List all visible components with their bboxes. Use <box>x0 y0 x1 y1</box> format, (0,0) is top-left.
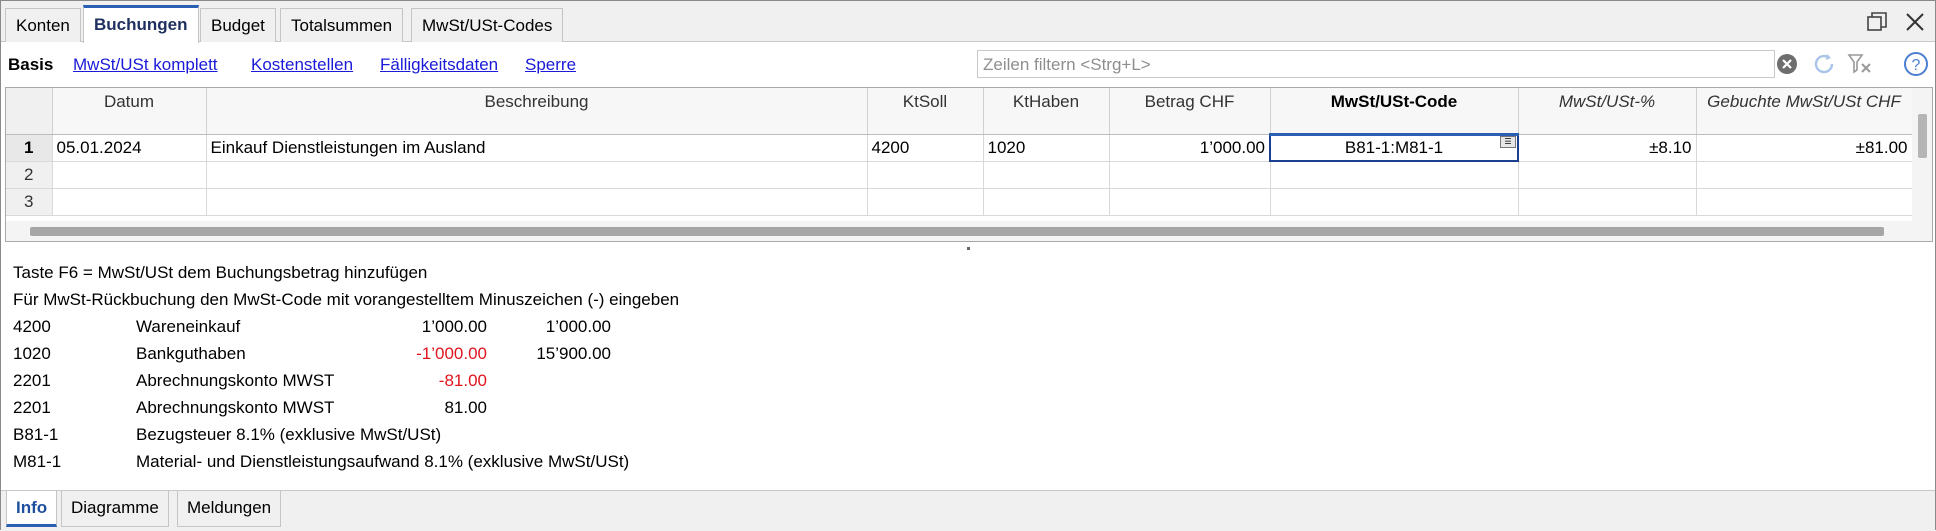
app-window: Konten Buchungen Budget Totalsummen MwSt… <box>0 0 1936 531</box>
close-icon[interactable] <box>1903 10 1927 34</box>
info-hint-f6: Taste F6 = MwSt/USt dem Buchungsbetrag h… <box>13 263 428 282</box>
tab-totalsummen[interactable]: Totalsummen <box>280 8 404 42</box>
cell-betrag[interactable]: 1’000.00 <box>1109 134 1271 162</box>
info-vat-description: Bezugsteuer 8.1% (exklusive MwSt/USt) <box>136 425 442 444</box>
tab-mwst-codes[interactable]: MwSt/USt-Codes <box>411 8 564 42</box>
info-account-code: 2201 <box>13 371 51 390</box>
col-header-datum[interactable]: Datum <box>52 88 207 135</box>
svg-text:?: ? <box>1912 57 1921 74</box>
cell-betrag[interactable] <box>1109 188 1271 216</box>
clear-filter-icon[interactable] <box>1774 51 1800 77</box>
cell-gebuchte-mwst[interactable] <box>1696 188 1913 216</box>
cell-kthaben[interactable] <box>983 188 1110 216</box>
lookup-list-icon[interactable]: ☰ <box>1500 136 1516 148</box>
cell-gebuchte-mwst[interactable] <box>1696 161 1913 189</box>
info-balance: 15’900.00 <box>536 344 611 363</box>
col-header-mwst-pct[interactable]: MwSt/USt-% <box>1518 88 1697 135</box>
info-account-name: Bankguthaben <box>136 344 246 363</box>
cell-mwst-code[interactable] <box>1270 188 1519 216</box>
table-tab-strip: Konten Buchungen Budget Totalsummen MwSt… <box>1 1 1935 43</box>
panel-splitter-handle[interactable] <box>967 247 970 250</box>
view-basis[interactable]: Basis <box>8 55 53 75</box>
cell-beschreibung[interactable] <box>206 188 868 216</box>
vertical-scrollbar[interactable] <box>1912 88 1932 241</box>
row-header-corner[interactable] <box>6 88 53 135</box>
row-number[interactable]: 3 <box>6 188 53 216</box>
cell-datum[interactable]: 05.01.2024 <box>52 134 207 162</box>
cell-mwst-code-value: B81-1:M81-1 <box>1344 137 1444 157</box>
info-amount: 81.00 <box>444 398 487 417</box>
col-header-betrag[interactable]: Betrag CHF <box>1109 88 1271 135</box>
vertical-scroll-thumb[interactable] <box>1918 114 1927 158</box>
cell-mwst-pct[interactable] <box>1518 188 1697 216</box>
view-mwst-komplett[interactable]: MwSt/USt komplett <box>73 55 218 75</box>
info-account-code: 2201 <box>13 398 51 417</box>
info-amount: 1’000.00 <box>421 317 487 336</box>
tab-diagramme[interactable]: Diagramme <box>61 491 169 527</box>
col-header-beschreibung[interactable]: Beschreibung <box>206 88 868 135</box>
tab-konten[interactable]: Konten <box>5 8 81 42</box>
cell-kthaben[interactable] <box>983 161 1110 189</box>
col-header-kthaben[interactable]: KtHaben <box>983 88 1110 135</box>
cell-betrag[interactable] <box>1109 161 1271 189</box>
row-number[interactable]: 2 <box>6 161 53 189</box>
info-account-name: Wareneinkauf <box>136 317 241 336</box>
table-row[interactable]: 3 <box>6 188 1913 216</box>
filter-input[interactable]: Zeilen filtern <Strg+L> <box>977 50 1775 78</box>
row-number[interactable]: 1 <box>6 134 53 162</box>
view-sperre[interactable]: Sperre <box>525 55 576 75</box>
info-hint-reverse: Für MwSt-Rückbuchung den MwSt-Code mit v… <box>13 290 680 309</box>
cell-gebuchte-mwst[interactable]: ±81.00 <box>1696 134 1913 162</box>
info-vat-description: Material- und Dienstleistungsaufwand 8.1… <box>136 452 630 471</box>
cell-mwst-pct[interactable]: ±8.10 <box>1518 134 1697 162</box>
info-account-name: Abrechnungskonto MWST <box>136 398 335 417</box>
view-kostenstellen[interactable]: Kostenstellen <box>251 55 353 75</box>
info-amount: -1’000.00 <box>416 344 487 363</box>
tab-buchungen[interactable]: Buchungen <box>83 5 199 43</box>
horizontal-scrollbar[interactable] <box>6 221 1912 241</box>
table-row[interactable]: 2 <box>6 161 1913 189</box>
col-header-gebuchte-mwst[interactable]: Gebuchte MwSt/USt CHF <box>1696 88 1913 135</box>
info-vat-code: B81-1 <box>13 425 59 444</box>
info-vat-code: M81-1 <box>13 452 62 471</box>
info-account-name: Abrechnungskonto MWST <box>136 371 335 390</box>
view-faelligkeitsdaten[interactable]: Fälligkeitsdaten <box>380 55 498 75</box>
info-balance: 1’000.00 <box>545 317 611 336</box>
cell-beschreibung[interactable] <box>206 161 868 189</box>
cell-beschreibung[interactable]: Einkauf Dienstleistungen im Ausland <box>206 134 868 162</box>
info-account-code: 1020 <box>13 344 51 363</box>
bookings-grid: Datum Beschreibung KtSoll KtHaben Betrag… <box>5 87 1933 242</box>
table-row[interactable]: 1 05.01.2024 Einkauf Dienstleistungen im… <box>6 133 1913 162</box>
tab-budget[interactable]: Budget <box>200 8 276 42</box>
restore-window-icon[interactable] <box>1865 10 1889 34</box>
cell-ktsoll[interactable]: 4200 <box>867 134 984 162</box>
cell-mwst-code[interactable] <box>1270 161 1519 189</box>
cell-ktsoll[interactable] <box>867 188 984 216</box>
clear-filter-funnel-icon[interactable] <box>1847 51 1873 77</box>
col-header-mwst-code[interactable]: MwSt/USt-Code <box>1270 88 1519 136</box>
col-header-ktsoll[interactable]: KtSoll <box>867 88 984 135</box>
info-amount: -81.00 <box>438 371 487 390</box>
refresh-icon[interactable] <box>1811 51 1837 77</box>
cell-kthaben[interactable]: 1020 <box>983 134 1110 162</box>
tab-meldungen[interactable]: Meldungen <box>177 491 282 527</box>
info-panel: Taste F6 = MwSt/USt dem Buchungsbetrag h… <box>5 257 1933 489</box>
cell-datum[interactable] <box>52 188 207 216</box>
cell-mwst-code-selected[interactable]: B81-1:M81-1 ☰ <box>1269 133 1519 162</box>
cell-mwst-pct[interactable] <box>1518 161 1697 189</box>
help-icon[interactable]: ? <box>1903 51 1929 77</box>
tab-info[interactable]: Info <box>6 491 58 527</box>
cell-ktsoll[interactable] <box>867 161 984 189</box>
horizontal-scroll-thumb[interactable] <box>30 227 1884 236</box>
bottom-tab-strip: Info Diagramme Meldungen <box>1 490 1935 531</box>
info-account-code: 4200 <box>13 317 51 336</box>
cell-datum[interactable] <box>52 161 207 189</box>
